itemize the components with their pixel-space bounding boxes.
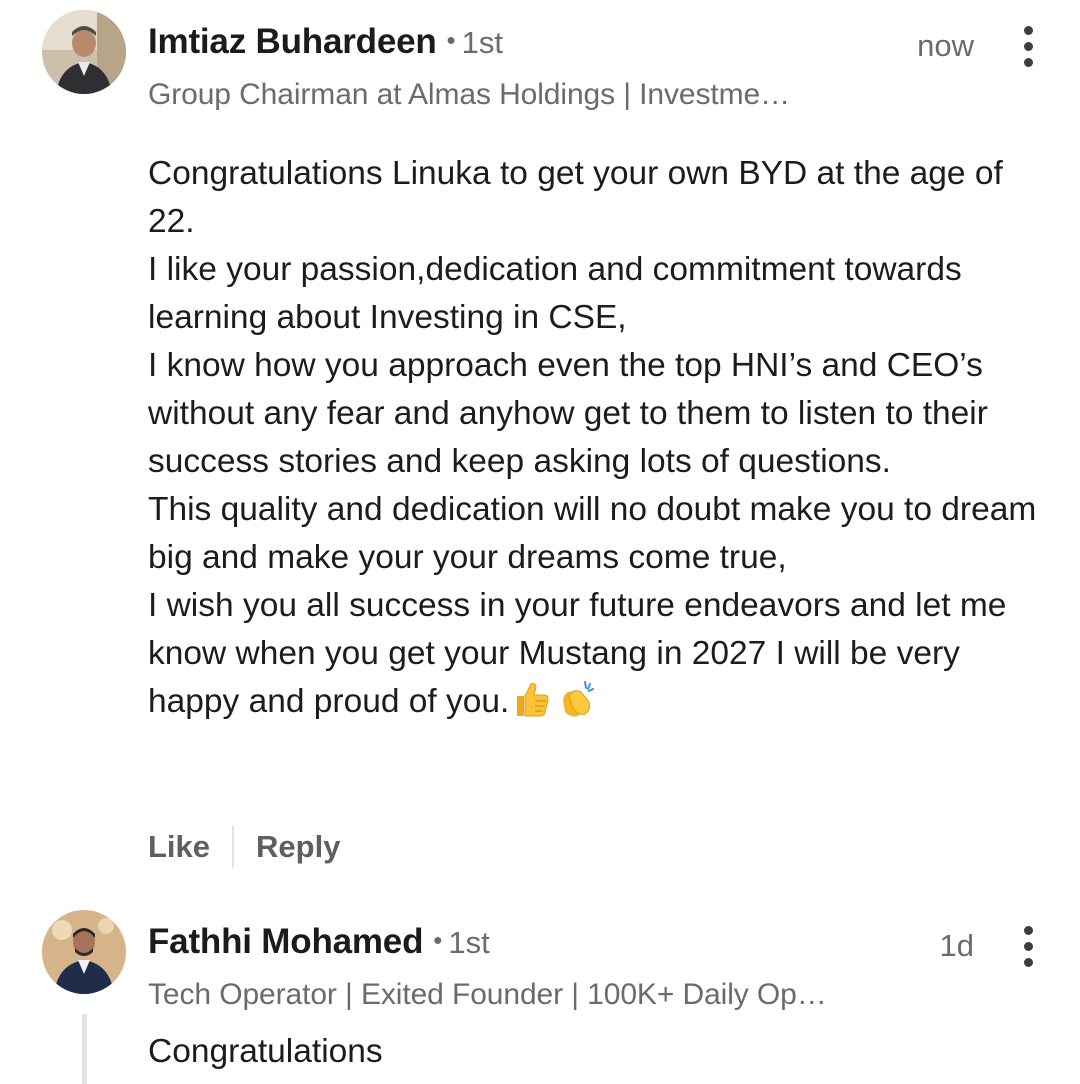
dot-icon (1023, 41, 1033, 51)
more-options-button[interactable] (1014, 24, 1042, 68)
profile-photo-icon (42, 10, 126, 94)
separator-dot: • (433, 925, 443, 955)
more-options-button[interactable] (1014, 924, 1042, 968)
author-name[interactable]: Imtiaz Buhardeen (148, 22, 437, 62)
comment-body: Congratulations Linuka to get your own B… (148, 150, 1048, 726)
connection-degree: 1st (448, 925, 490, 960)
separator-dot: • (446, 25, 456, 55)
author-headline: Group Chairman at Almas Holdings | Inves… (148, 78, 790, 111)
thread-line (82, 1014, 87, 1084)
author-name[interactable]: Fathhi Mohamed (148, 922, 423, 962)
clapping-hands-icon (563, 681, 595, 717)
dot-icon (1023, 941, 1033, 951)
avatar[interactable] (42, 10, 126, 94)
profile-photo-icon (42, 910, 126, 994)
avatar[interactable] (42, 910, 126, 994)
reply-button[interactable]: Reply (256, 829, 340, 865)
dot-icon (1023, 57, 1033, 67)
author-line: Imtiaz Buhardeen • 1st (148, 22, 503, 66)
comment-time: now (917, 28, 974, 63)
dot-icon (1023, 957, 1033, 967)
author-headline: Tech Operator | Exited Founder | 100K+ D… (148, 978, 827, 1011)
action-divider (232, 826, 235, 868)
like-button[interactable]: Like (148, 829, 210, 865)
dot-icon (1023, 25, 1033, 35)
connection-degree: 1st (461, 25, 503, 60)
comment-body: Congratulations (148, 1033, 383, 1070)
comment-text: Congratulations Linuka to get your own B… (148, 155, 1037, 720)
dot-icon (1023, 925, 1033, 935)
thumbs-up-icon (517, 682, 550, 717)
comment-actions: Like Reply (148, 822, 340, 872)
author-line: Fathhi Mohamed • 1st (148, 922, 490, 966)
comment-time: 1d (939, 928, 974, 963)
emoji-group (509, 681, 597, 720)
